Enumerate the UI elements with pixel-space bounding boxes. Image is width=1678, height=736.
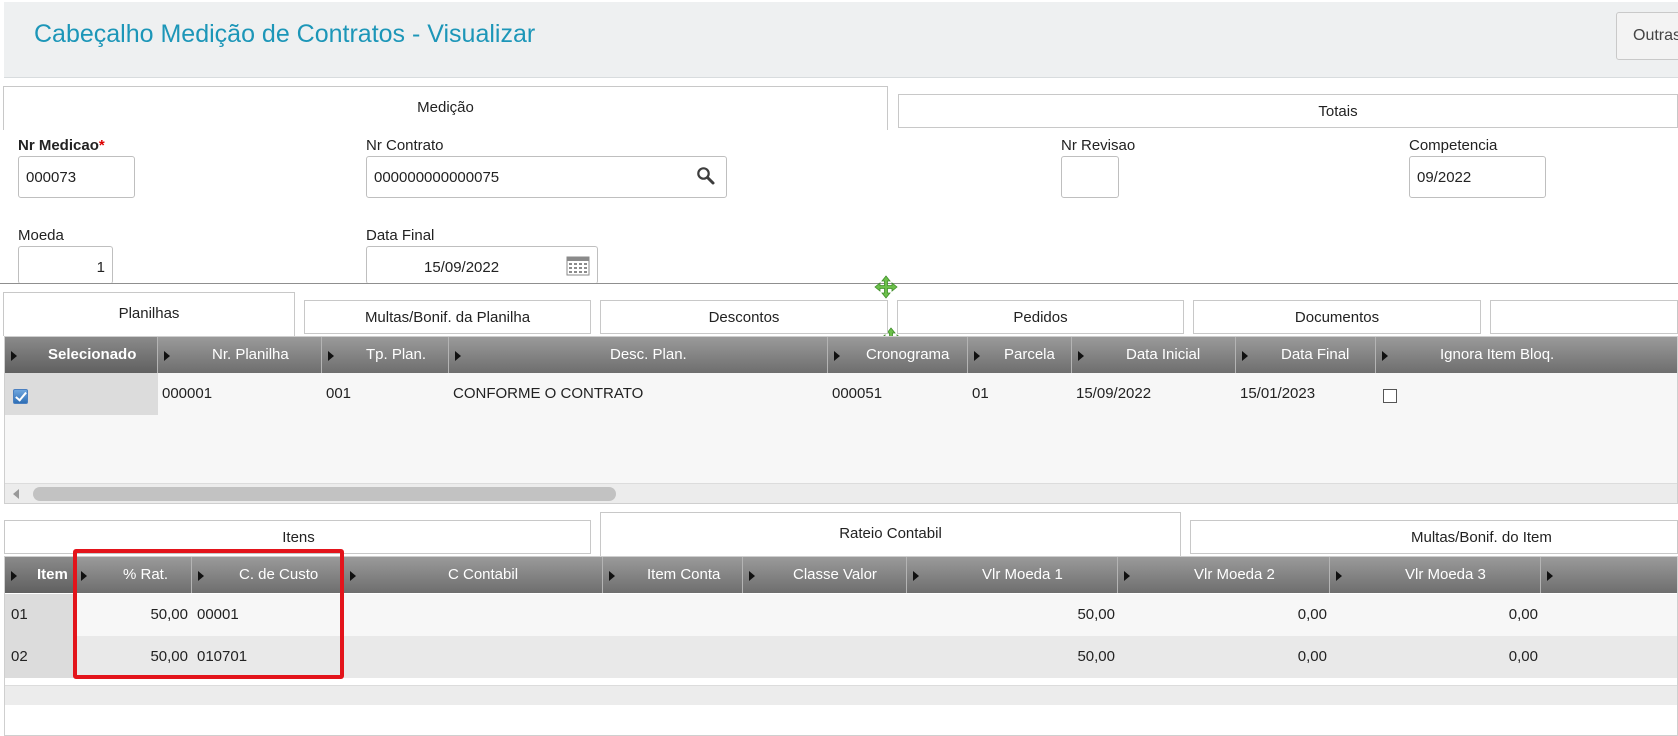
outras-button[interactable]: Outras xyxy=(1616,12,1678,60)
tab-multas-planilha[interactable]: Multas/Bonif. da Planilha xyxy=(304,300,591,334)
col-header-desc-plan[interactable]: Desc. Plan. xyxy=(449,337,828,373)
search-icon[interactable] xyxy=(696,166,716,186)
competencia-label: Competencia xyxy=(1409,137,1498,154)
row-selected-checkbox[interactable] xyxy=(13,389,28,404)
nr-contrato-value: 000000000000075 xyxy=(374,169,500,186)
page-title: Cabeçalho Medição de Contratos - Visuali… xyxy=(34,20,536,48)
tab-pedidos[interactable]: Pedidos xyxy=(897,300,1184,334)
tab-multas-item[interactable]: Multas/Bonif. do Item xyxy=(1190,520,1678,554)
tab-medicao[interactable]: Medição xyxy=(3,86,888,130)
moeda-label: Moeda xyxy=(18,227,64,244)
col-header-c-contabil[interactable]: C Contabil xyxy=(344,557,603,593)
cell-vlr-moeda-1: 50,00 xyxy=(1077,606,1115,623)
data-final-label: Data Final xyxy=(366,227,435,244)
cell-item: 02 xyxy=(5,636,75,678)
col-header-tp-plan[interactable]: Tp. Plan. xyxy=(322,337,449,373)
col-header-parcela[interactable]: Parcela xyxy=(968,337,1072,373)
cell-vlr-moeda-2: 0,00 xyxy=(1297,648,1327,665)
section-divider xyxy=(0,283,1678,284)
cell-vlr-moeda-3: 0,00 xyxy=(1508,606,1538,623)
ignora-item-bloq-checkbox[interactable] xyxy=(1383,389,1397,403)
data-final-field[interactable]: 15/09/2022 xyxy=(366,246,598,284)
cell-vlr-moeda-1: 50,00 xyxy=(1077,648,1115,665)
horizontal-scrollbar[interactable] xyxy=(5,483,1677,503)
scroll-left-arrow-icon[interactable] xyxy=(13,489,19,499)
cell-cronograma: 000051 xyxy=(832,385,883,402)
col-header-vlr-moeda-3[interactable]: Vlr Moeda 3 xyxy=(1330,557,1541,593)
cell-desc-plan: CONFORME O CONTRATO xyxy=(453,385,644,402)
tab-totais[interactable]: Totais xyxy=(898,94,1678,128)
col-header-item-conta[interactable]: Item Conta xyxy=(603,557,743,593)
table-row[interactable]: 000001 001 CONFORME O CONTRATO 000051 01… xyxy=(5,373,1677,415)
tab-more[interactable] xyxy=(1490,300,1678,334)
planilhas-grid-header: Selecionado Nr. Planilha Tp. Plan. Desc.… xyxy=(5,337,1677,373)
col-header-vlr-moeda-1[interactable]: Vlr Moeda 1 xyxy=(907,557,1118,593)
cell-vlr-moeda-2: 0,00 xyxy=(1297,606,1327,623)
cell-data-final: 15/01/2023 xyxy=(1240,385,1316,402)
cell-tp-plan: 001 xyxy=(326,385,352,402)
tab-documentos[interactable]: Documentos xyxy=(1193,300,1481,334)
col-header-more[interactable] xyxy=(1541,557,1677,593)
cell-vlr-moeda-3: 0,00 xyxy=(1508,648,1538,665)
col-header-selecionado[interactable]: Selecionado xyxy=(5,337,158,373)
col-header-classe-valor[interactable]: Classe Valor xyxy=(743,557,907,593)
tab-planilhas[interactable]: Planilhas xyxy=(3,292,295,336)
col-header-ignora-item-bloq[interactable]: Ignora Item Bloq. xyxy=(1376,337,1677,373)
col-header-vlr-moeda-2[interactable]: Vlr Moeda 2 xyxy=(1118,557,1330,593)
cell-item: 01 xyxy=(5,594,75,636)
nr-revisao-label: Nr Revisao xyxy=(1061,137,1136,154)
cell-parcela: 01 xyxy=(972,385,989,402)
competencia-field[interactable]: 09/2022 xyxy=(1409,156,1546,198)
tab-rateio-contabil[interactable]: Rateio Contabil xyxy=(600,512,1181,556)
col-header-data-inicial[interactable]: Data Inicial xyxy=(1072,337,1236,373)
horizontal-scrollbar[interactable] xyxy=(5,685,1677,705)
calendar-icon[interactable] xyxy=(566,256,590,276)
nr-contrato-label: Nr Contrato xyxy=(366,137,444,154)
nr-revisao-field[interactable] xyxy=(1061,156,1119,198)
col-header-data-final[interactable]: Data Final xyxy=(1236,337,1376,373)
tab-descontos[interactable]: Descontos xyxy=(600,300,888,334)
planilhas-grid: Selecionado Nr. Planilha Tp. Plan. Desc.… xyxy=(4,336,1678,504)
col-header-nr-planilha[interactable]: Nr. Planilha xyxy=(158,337,322,373)
nr-contrato-field[interactable]: 000000000000075 xyxy=(366,156,727,198)
nr-medicao-field[interactable]: 000073 xyxy=(18,156,135,198)
page-header: Cabeçalho Medição de Contratos - Visuali… xyxy=(4,2,1678,78)
moeda-field[interactable]: 1 xyxy=(18,246,113,284)
scrollbar-thumb[interactable] xyxy=(33,487,616,501)
required-mark: * xyxy=(98,137,105,154)
col-header-item[interactable]: Item xyxy=(5,557,75,593)
move-handle-icon[interactable] xyxy=(874,275,898,299)
highlight-box xyxy=(73,549,344,679)
cell-nr-planilha: 000001 xyxy=(162,385,213,402)
data-final-value: 15/09/2022 xyxy=(424,259,500,276)
app-root: Cabeçalho Medição de Contratos - Visuali… xyxy=(0,0,1678,736)
col-header-cronograma[interactable]: Cronograma xyxy=(828,337,968,373)
nr-medicao-label: Nr Medicao* xyxy=(18,137,105,154)
cell-data-inicial: 15/09/2022 xyxy=(1076,385,1152,402)
